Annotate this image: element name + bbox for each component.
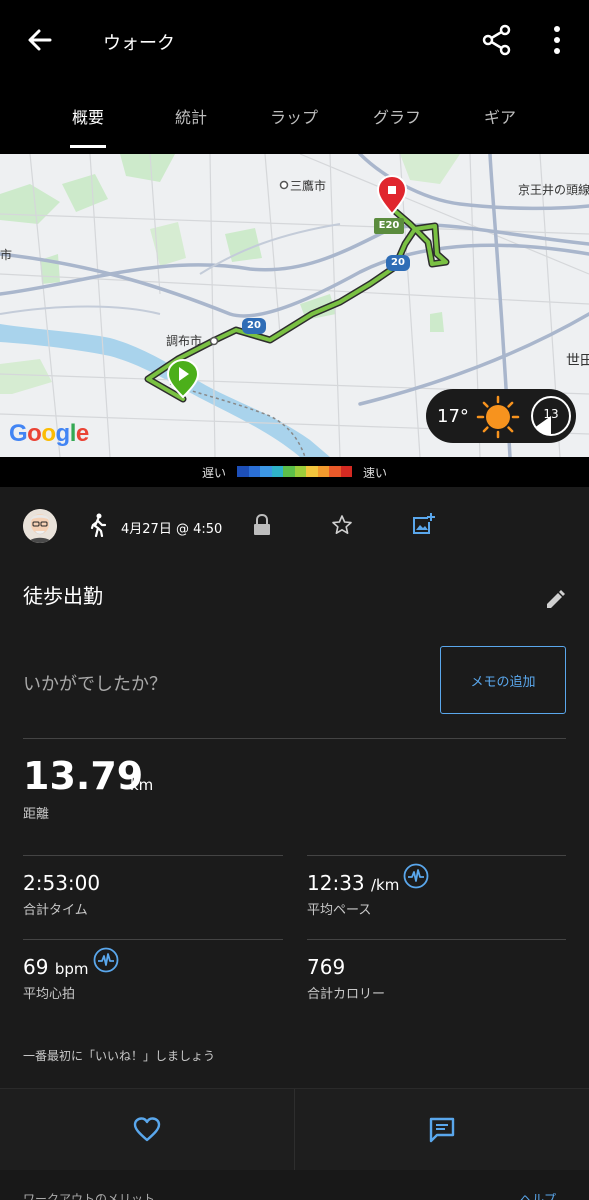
map-label-keio-line: 京王井の頭線	[518, 183, 589, 197]
tab-graph[interactable]: グラフ	[347, 104, 447, 128]
lock-icon[interactable]	[252, 514, 272, 536]
distance-label: 距離	[23, 807, 50, 822]
heart-rate-pulse-icon[interactable]	[403, 863, 429, 889]
next-section-peek: ワークアウトのメリット ヘルプ	[0, 1170, 589, 1200]
road-shield-e20: E20	[378, 220, 400, 231]
tab-bar: 概要 統計 ラップ グラフ ギア	[0, 82, 589, 154]
end-marker	[378, 176, 406, 214]
tab-gear[interactable]: ギア	[450, 104, 550, 128]
legend-slow-label: 遅い	[202, 466, 227, 480]
avg-pace-value: 12:33	[307, 871, 365, 895]
add-memo-button[interactable]: メモの追加	[440, 646, 566, 714]
moon-phase-icon: 13	[529, 394, 573, 438]
comment-icon[interactable]	[428, 1116, 456, 1144]
heart-icon[interactable]	[133, 1116, 161, 1144]
pace-color-swatch	[271, 466, 283, 477]
divider	[23, 855, 283, 856]
sun-icon	[476, 395, 520, 439]
tab-overview[interactable]: 概要	[38, 104, 138, 128]
divider	[23, 939, 283, 940]
avg-heart-rate-value: 69	[23, 955, 49, 979]
help-link[interactable]: ヘルプ	[520, 1190, 556, 1200]
map-label-mitaka: 三鷹市	[290, 179, 327, 193]
star-icon[interactable]	[331, 514, 353, 536]
walking-icon	[90, 513, 107, 537]
legend-fast-label: 速い	[363, 466, 388, 480]
calories-value: 769	[307, 955, 346, 979]
pace-color-swatch	[317, 466, 329, 477]
avg-heart-rate: 69 bpm	[23, 955, 88, 979]
avg-pace-unit: /km	[371, 876, 400, 894]
active-tab-indicator	[70, 145, 106, 148]
road-shield-20-b: 20	[391, 257, 405, 268]
distance-unit: km	[130, 776, 154, 794]
google-logo: Google	[9, 420, 89, 447]
heart-rate-pulse-icon[interactable]	[93, 947, 119, 973]
avatar-icon[interactable]	[23, 509, 57, 543]
pace-color-swatch	[237, 466, 249, 477]
weather-chip: 17° 13	[426, 389, 576, 443]
tab-laps[interactable]: ラップ	[244, 104, 344, 128]
avg-heart-rate-label: 平均心拍	[23, 987, 76, 1002]
tab-stats[interactable]: 統計	[141, 104, 241, 128]
road-shield-20-a: 20	[247, 320, 261, 331]
divider	[307, 939, 566, 940]
activity-title: 徒歩出勤	[23, 584, 103, 608]
pace-color-swatch	[329, 466, 341, 477]
avg-pace-label: 平均ペース	[307, 903, 372, 918]
pace-color-swatch	[260, 466, 272, 477]
total-time-value: 2:53:00	[23, 871, 101, 895]
divider	[307, 855, 566, 856]
social-action-bar	[0, 1088, 589, 1171]
total-time-label: 合計タイム	[23, 903, 88, 918]
avg-pace: 12:33 /km	[307, 871, 399, 895]
divider	[23, 738, 566, 739]
map-label-setagaya: 世田	[566, 353, 589, 369]
pace-legend: 遅い 速い	[0, 457, 589, 487]
like-prompt: 一番最初に「いいね！」しましょう	[23, 1049, 216, 1063]
map-label-chofu: 調布市	[166, 334, 203, 348]
pace-color-bar	[237, 466, 352, 477]
distance-value: 13.79	[23, 754, 144, 798]
how-was-it-prompt: いかがでしたか？	[23, 674, 167, 695]
pace-color-swatch	[294, 466, 306, 477]
arrow-left-icon[interactable]	[22, 22, 58, 58]
pace-color-swatch	[340, 466, 352, 477]
share-icon[interactable]	[479, 22, 515, 58]
moon-value: 13	[543, 407, 559, 421]
activity-datetime: 4月27日 @ 4:50	[121, 522, 223, 537]
pace-color-swatch	[306, 466, 318, 477]
activity-meta-row: 4月27日 @ 4:50	[0, 487, 589, 567]
temperature: 17°	[437, 406, 469, 427]
workout-benefits-header: ワークアウトのメリット	[23, 1192, 156, 1200]
pace-color-swatch	[248, 466, 260, 477]
avg-heart-rate-unit: bpm	[54, 960, 89, 978]
add-photo-icon[interactable]	[411, 512, 435, 536]
calories-label: 合計カロリー	[307, 987, 386, 1002]
divider	[294, 1089, 295, 1171]
more-vert-icon[interactable]	[545, 22, 569, 58]
edit-pencil-icon[interactable]	[544, 589, 566, 611]
map-label-city-edge: 市	[0, 248, 13, 262]
start-marker	[168, 360, 198, 398]
pace-color-swatch	[283, 466, 295, 477]
page-title: ウォーク	[103, 33, 175, 54]
top-app-bar: ウォーク	[0, 0, 589, 82]
